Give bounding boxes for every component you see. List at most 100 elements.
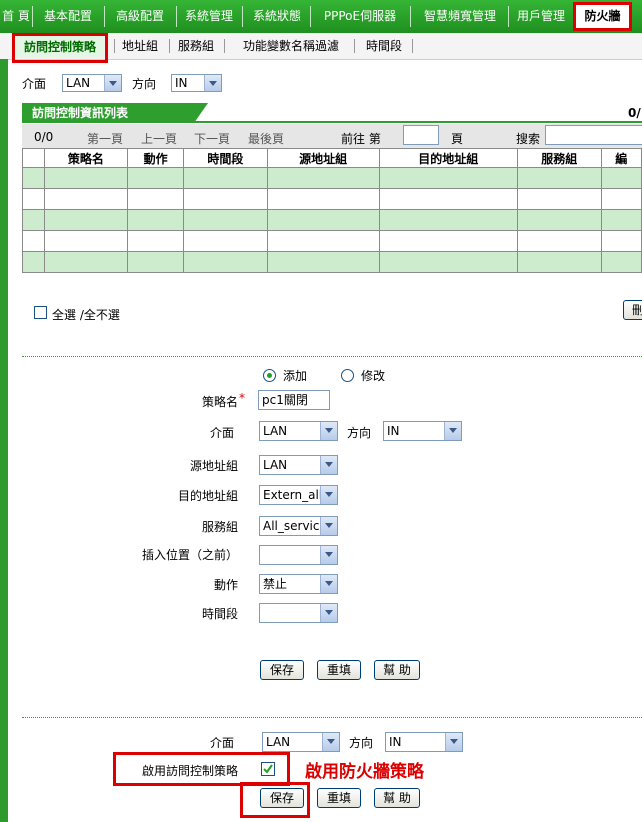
subnav-time-range[interactable]: 時間段 [366,33,402,59]
time-range-select[interactable] [259,603,338,623]
nav-system-status[interactable]: 系統狀態 [246,0,308,33]
policy-table: 策略名 動作 時間段 源地址組 目的地址組 服務組 編 [22,148,642,273]
nav-separator [508,6,509,27]
form-interface-label: 介面 [209,426,234,440]
action-label: 動作 [213,578,238,592]
select-all-checkbox[interactable] [34,306,47,319]
policy-name-label: 策略名 [130,393,238,410]
nav-basic-config[interactable]: 基本配置 [36,0,100,33]
pager-goto-label: 前往 第 [341,132,381,146]
pager-next-page[interactable]: 下一頁 [194,130,230,147]
search-label: 搜索 [516,132,541,146]
dest-group-select[interactable]: Extern_all [259,485,338,505]
service-group-select[interactable]: All_service [259,516,338,536]
enable-policy-checkbox[interactable] [261,762,275,776]
pager-last-page[interactable]: 最後頁 [248,130,284,147]
chevron-down-icon [320,517,337,535]
enable-interface-label: 介面 [209,736,234,750]
table-row [22,167,642,189]
policy-name-input[interactable]: pc1關閉 [258,390,330,410]
filter-interface-label: 介面 [22,77,47,91]
pager-page-unit: 頁 [451,132,464,146]
chevron-down-icon [204,75,221,91]
filter-interface-value: LAN [66,76,91,90]
form-reset-button[interactable]: 重填 [317,660,361,680]
enable-direction-select[interactable]: IN [385,732,463,752]
list-title-tab-edge [194,103,208,123]
form-interface-select[interactable]: LAN [259,421,338,441]
nav-pppoe-server[interactable]: PPPoE伺服器 [314,0,406,33]
chevron-down-icon [320,575,337,593]
column-header-service-group: 服務組 [516,148,602,168]
nav-advanced-config[interactable]: 高級配置 [108,0,172,33]
column-header-edit: 編 [600,148,642,168]
select-all-label: 全選 /全不選 [52,308,120,322]
list-header-line [22,121,642,123]
subnav-domain-filter[interactable]: 功能變數名稱過濾 [243,33,339,59]
insert-position-label: 插入位置（之前） [141,548,238,562]
delete-button[interactable]: 刪 [623,300,642,320]
enable-annotation-text: 啟用防火牆策略 [305,762,424,782]
list-corner-count: 0/1 [628,106,642,120]
nav-firewall[interactable]: 防火牆 [576,2,629,31]
nav-separator [242,6,243,27]
add-radio[interactable] [263,369,276,382]
column-header-action: 動作 [127,148,185,168]
pager-prev-page[interactable]: 上一頁 [141,130,177,147]
chevron-down-icon [320,456,337,474]
enable-save-button[interactable]: 保存 [260,788,304,808]
form-save-button[interactable]: 保存 [260,660,304,680]
add-radio-label: 添加 [283,369,308,383]
service-group-value: All_service [263,519,327,533]
modify-radio[interactable] [341,369,354,382]
subnav-separator [354,39,355,53]
column-header-source-group: 源地址組 [266,148,380,168]
dest-group-label: 目的地址組 [177,489,238,503]
column-header-time-range: 時間段 [183,148,268,168]
chevron-down-icon [320,604,337,622]
enable-interface-select[interactable]: LAN [262,732,340,752]
subnav-address-group[interactable]: 地址組 [122,33,158,59]
policy-name-label-text: 策略名 [201,395,238,409]
nav-system-management[interactable]: 系統管理 [178,0,240,33]
filter-direction-select[interactable]: IN [171,74,222,92]
pager-page-input[interactable] [403,125,439,145]
nav-separator [410,6,411,27]
form-help-button[interactable]: 幫 助 [374,660,420,680]
nav-separator [104,6,105,27]
modify-radio-label: 修改 [361,369,386,383]
chevron-down-icon [322,733,339,751]
list-title: 訪問控制資訊列表 [22,103,194,123]
chevron-down-icon [445,733,462,751]
pager-first-page[interactable]: 第一頁 [87,130,123,147]
form-direction-select[interactable]: IN [383,421,462,441]
filter-direction-label: 方向 [132,77,157,91]
left-frame-strip [0,59,8,822]
enable-direction-label: 方向 [349,736,374,750]
source-group-select[interactable]: LAN [259,455,338,475]
enable-help-button[interactable]: 幫 助 [374,788,420,808]
enable-direction-value: IN [389,735,402,749]
chevron-down-icon [104,75,121,91]
subnav-separator [412,39,413,53]
form-interface-value: LAN [263,424,288,438]
enable-policy-label: 啟用訪問控制策略 [141,764,238,778]
source-group-value: LAN [263,458,288,472]
filter-direction-value: IN [175,76,188,90]
nav-home[interactable]: 首 頁 [0,0,32,33]
nav-user-management[interactable]: 用戶管理 [510,0,572,33]
insert-position-select[interactable] [259,545,338,565]
filter-interface-select[interactable]: LAN [62,74,122,92]
table-row [22,188,642,210]
nav-bandwidth-management[interactable]: 智慧頻寬管理 [414,0,506,33]
column-header-select [22,148,45,168]
column-header-dest-group: 目的地址組 [378,148,518,168]
access-control-tab-highlight [12,33,108,63]
form-direction-value: IN [387,424,400,438]
subnav-service-group[interactable]: 服務組 [178,33,214,59]
table-row [22,251,642,273]
enable-reset-button[interactable]: 重填 [317,788,361,808]
action-select[interactable]: 禁止 [259,574,338,594]
nav-separator [32,6,33,27]
search-input[interactable] [545,125,642,145]
